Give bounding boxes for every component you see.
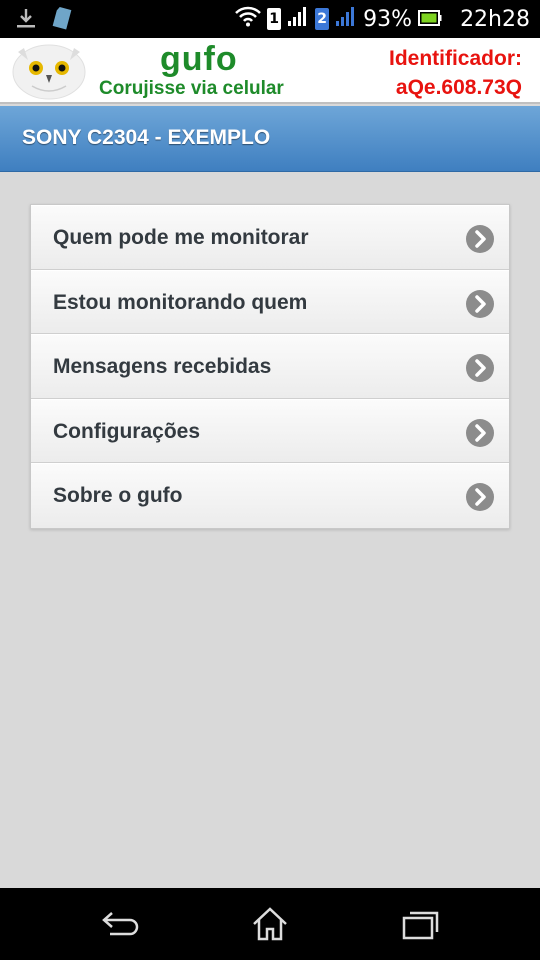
navigation-bar: [0, 888, 540, 960]
back-icon[interactable]: [100, 906, 140, 942]
page-header: SONY C2304 - EXEMPLO: [0, 106, 540, 172]
download-icon: [14, 6, 38, 35]
chevron-right-icon: [466, 418, 494, 447]
owl-logo-icon: [12, 42, 86, 100]
menu-item-configuracoes[interactable]: Configurações: [31, 398, 509, 463]
app-tagline: Corujisse via celular: [99, 78, 284, 99]
sim2-badge: 2: [315, 8, 330, 30]
sd-card-icon: [52, 6, 72, 35]
signal-icon: [287, 5, 309, 33]
chevron-right-icon: [466, 225, 494, 253]
status-bar: 1 2 93% 22h28: [0, 0, 540, 38]
chevron-right-icon: [466, 354, 494, 382]
sim1-badge: 1: [267, 8, 282, 30]
menu-item-mensagens-recebidas[interactable]: Mensagens recebidas: [31, 334, 509, 399]
page-title: SONY C2304 - EXEMPLO: [22, 126, 271, 149]
menu-item-label: Estou monitorando quem: [53, 290, 308, 314]
main-menu: Quem pode me monitorar Estou monitorando…: [30, 204, 510, 529]
identifier-value: aQe.608.73Q: [395, 76, 522, 99]
menu-item-label: Configurações: [53, 419, 201, 443]
home-icon[interactable]: [250, 906, 290, 942]
clock: 22h28: [460, 6, 530, 32]
menu-item-label: Quem pode me monitorar: [53, 226, 309, 249]
chevron-right-icon: [466, 289, 494, 318]
menu-item-label: Mensagens recebidas: [53, 355, 272, 378]
identifier-label: Identificador:: [388, 47, 522, 70]
chevron-right-icon: [466, 483, 494, 511]
menu-item-estou-monitorando-quem[interactable]: Estou monitorando quem: [31, 269, 509, 334]
battery-icon: [418, 7, 442, 32]
menu-item-sobre-o-gufo[interactable]: Sobre o gufo: [31, 463, 509, 528]
battery-percent: 93%: [363, 6, 413, 32]
app-name: gufo: [160, 40, 238, 78]
menu-item-quem-pode-me-monitorar[interactable]: Quem pode me monitorar: [31, 205, 509, 270]
menu-item-label: Sobre o gufo: [53, 484, 183, 507]
wifi-icon: [235, 5, 262, 33]
recent-apps-icon[interactable]: [400, 906, 440, 942]
app-banner: gufo Corujisse via celular Identificador…: [0, 38, 540, 104]
signal-icon: [335, 5, 357, 33]
